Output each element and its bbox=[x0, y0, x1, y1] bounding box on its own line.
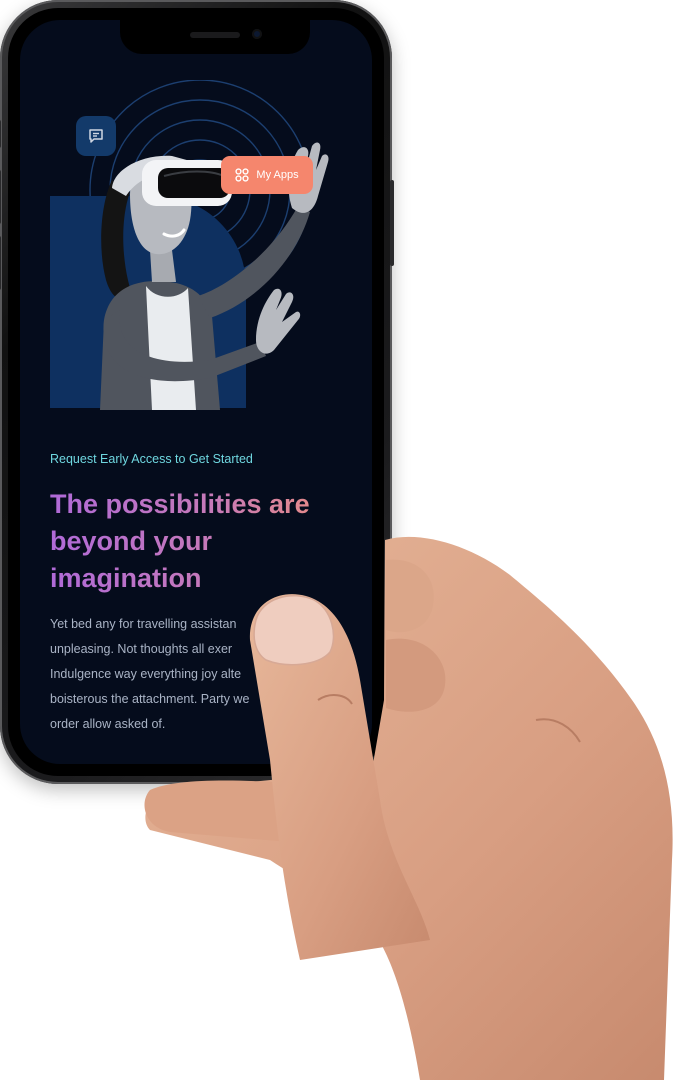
page-headline: The possibilities are beyond your imagin… bbox=[50, 486, 350, 597]
my-apps-button[interactable]: My Apps bbox=[221, 156, 313, 194]
body-line: Indulgence way everything joy alte bbox=[50, 667, 242, 681]
power-button bbox=[390, 180, 394, 266]
phone-frame: My Apps Request Early Access to Get Star… bbox=[0, 0, 394, 784]
silent-switch bbox=[0, 120, 1, 148]
body-line: boisterous the attachment. Party we bbox=[50, 692, 250, 706]
speaker-grille bbox=[190, 32, 240, 38]
body-line: order allow asked of. bbox=[50, 717, 166, 731]
notch bbox=[120, 20, 310, 54]
body-paragraph: Yet bed any for travelling assistan unpl… bbox=[50, 612, 370, 737]
chat-bubble-icon bbox=[89, 129, 103, 143]
volume-up-button bbox=[0, 170, 1, 224]
body-line: unpleasing. Not thoughts all exer bbox=[50, 642, 233, 656]
body-line: Yet bed any for travelling assistan bbox=[50, 617, 237, 631]
volume-down-button bbox=[0, 236, 1, 290]
front-camera bbox=[252, 29, 262, 39]
grid-icon bbox=[235, 168, 250, 182]
early-access-eyebrow: Request Early Access to Get Started bbox=[50, 452, 253, 466]
phone-screen: My Apps Request Early Access to Get Star… bbox=[20, 20, 372, 764]
my-apps-label: My Apps bbox=[256, 169, 299, 181]
chat-button[interactable] bbox=[76, 116, 116, 156]
